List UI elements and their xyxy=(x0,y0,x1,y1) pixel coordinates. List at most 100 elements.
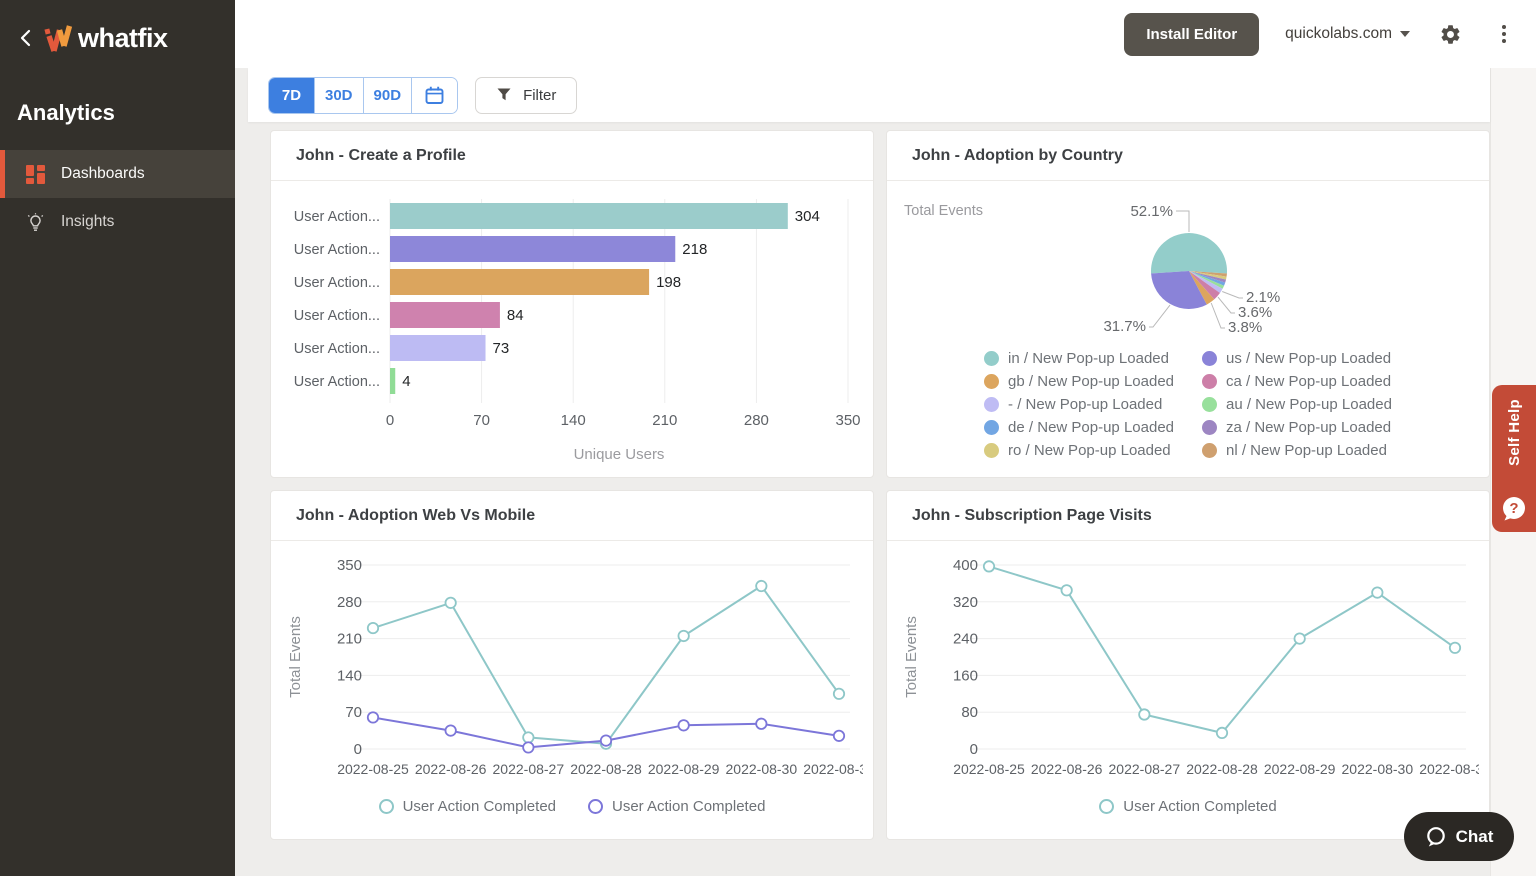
legend-label: User Action Completed xyxy=(402,798,556,815)
svg-text:0: 0 xyxy=(354,741,362,758)
sidebar-item-label: Dashboards xyxy=(61,165,145,182)
chevron-left-icon xyxy=(20,29,31,47)
legend-ring-icon xyxy=(588,799,603,814)
svg-text:Total Events: Total Events xyxy=(287,616,304,698)
calendar-button[interactable] xyxy=(412,77,458,113)
line-chart[interactable]: 0 80 160 240 320 400 Total Events 2022-08-25 202… xyxy=(894,553,1489,790)
whatfix-logo: whatfix xyxy=(42,22,168,54)
card-create-a-profile: John - Create a Profile 0 70 140 210 280 350 U… xyxy=(270,130,874,478)
line-legend-item[interactable]: User Action Completed xyxy=(1099,798,1277,815)
svg-text:210: 210 xyxy=(652,412,677,429)
dashboards-icon xyxy=(26,164,45,184)
svg-text:73: 73 xyxy=(493,340,510,357)
filter-panel: 7D 30D 90D Filter xyxy=(248,68,1490,122)
line-legend-item[interactable]: User Action Completed xyxy=(378,798,556,815)
legend-label: za / New Pop-up Loaded xyxy=(1226,419,1392,436)
svg-text:52.1%: 52.1% xyxy=(1130,203,1173,220)
settings-button[interactable] xyxy=(1436,20,1464,48)
filter-button[interactable]: Filter xyxy=(475,76,578,114)
pie-legend-item[interactable]: us / New Pop-up Loaded xyxy=(1202,350,1392,367)
legend-label: in / New Pop-up Loaded xyxy=(1008,350,1169,367)
legend-label: au / New Pop-up Loaded xyxy=(1226,396,1392,413)
pie-legend-item[interactable]: ro / New Pop-up Loaded xyxy=(984,442,1174,459)
sidebar: whatfix Analytics Dashboards Insights xyxy=(0,0,235,876)
svg-text:2022-08-26: 2022-08-26 xyxy=(1031,761,1103,777)
legend-swatch-icon xyxy=(984,351,1000,366)
svg-text:2022-08-31: 2022-08-31 xyxy=(1419,761,1479,777)
dashboard-grid: John - Create a Profile 0 70 140 210 280 350 U… xyxy=(270,130,1490,840)
card-adoption-web-vs-mobile: John - Adoption Web Vs Mobile 0 70 140 210 2… xyxy=(270,490,874,840)
bar-chart[interactable]: 0 70 140 210 280 350 User Action... 304 User Act… xyxy=(278,197,873,477)
svg-text:2022-08-25: 2022-08-25 xyxy=(953,761,1025,777)
range-90d-button[interactable]: 90D xyxy=(363,77,413,113)
calendar-icon xyxy=(425,86,444,104)
pie-legend-item[interactable]: in / New Pop-up Loaded xyxy=(984,350,1174,367)
svg-text:210: 210 xyxy=(337,631,362,648)
legend-label: gb / New Pop-up Loaded xyxy=(1008,373,1174,390)
back-button[interactable] xyxy=(14,27,36,49)
kebab-icon xyxy=(1502,25,1506,43)
range-7d-button[interactable]: 7D xyxy=(269,77,315,113)
chart-title: John - Subscription Page Visits xyxy=(887,491,1489,541)
svg-text:User Action...: User Action... xyxy=(294,275,380,291)
svg-text:400: 400 xyxy=(953,557,978,574)
sidebar-nav: Dashboards Insights xyxy=(0,150,235,246)
chat-bubble-icon xyxy=(1426,826,1445,846)
line-legend-item[interactable]: User Action Completed xyxy=(588,798,765,815)
sidebar-item-insights[interactable]: Insights xyxy=(0,198,235,246)
svg-text:304: 304 xyxy=(795,208,820,225)
legend-label: de / New Pop-up Loaded xyxy=(1008,419,1174,436)
chart-title: John - Create a Profile xyxy=(271,131,873,181)
legend-swatch-icon xyxy=(1202,374,1217,389)
svg-text:User Action...: User Action... xyxy=(294,374,380,390)
svg-text:2022-08-28: 2022-08-28 xyxy=(1186,761,1258,777)
self-help-tab[interactable]: Self Help ? xyxy=(1492,385,1536,532)
legend-label: ro / New Pop-up Loaded xyxy=(1008,442,1171,459)
main-content: 7D 30D 90D Filter John - Create a Profil… xyxy=(235,68,1536,876)
install-editor-button[interactable]: Install Editor xyxy=(1124,12,1260,56)
svg-text:Unique Users: Unique Users xyxy=(574,446,665,463)
svg-text:350: 350 xyxy=(337,557,362,574)
legend-label: us / New Pop-up Loaded xyxy=(1226,350,1392,367)
chart-title: John - Adoption by Country xyxy=(887,131,1489,181)
svg-text:70: 70 xyxy=(345,704,362,721)
pie-legend-item[interactable]: - / New Pop-up Loaded xyxy=(984,396,1174,413)
legend-swatch-icon xyxy=(1202,420,1217,435)
svg-text:2022-08-30: 2022-08-30 xyxy=(1342,761,1414,777)
legend-swatch-icon xyxy=(1202,351,1217,366)
sidebar-item-dashboards[interactable]: Dashboards xyxy=(0,150,235,198)
sidebar-item-label: Insights xyxy=(61,213,115,230)
pie-legend-item[interactable]: gb / New Pop-up Loaded xyxy=(984,373,1174,390)
pie-legend-item[interactable]: nl / New Pop-up Loaded xyxy=(1202,442,1392,459)
more-menu-button[interactable] xyxy=(1490,20,1518,48)
svg-text:User Action...: User Action... xyxy=(294,341,380,357)
legend-ring-icon xyxy=(1099,799,1115,814)
svg-text:2022-08-28: 2022-08-28 xyxy=(570,761,642,777)
svg-text:?: ? xyxy=(1509,500,1518,517)
filter-button-label: Filter xyxy=(523,86,557,104)
range-30d-button[interactable]: 30D xyxy=(315,77,364,113)
self-help-label: Self Help xyxy=(1505,399,1523,466)
pie-legend-item[interactable]: au / New Pop-up Loaded xyxy=(1202,396,1392,413)
account-dropdown[interactable]: quickolabs.com xyxy=(1285,25,1410,43)
svg-text:4: 4 xyxy=(402,373,410,390)
svg-text:160: 160 xyxy=(953,667,978,684)
pie-legend-item[interactable]: ca / New Pop-up Loaded xyxy=(1202,373,1392,390)
line-chart[interactable]: 0 70 140 210 280 350 Total Events 2022-08-25 202… xyxy=(278,553,873,790)
svg-text:280: 280 xyxy=(337,594,362,611)
svg-text:350: 350 xyxy=(835,412,860,429)
svg-text:User Action...: User Action... xyxy=(294,209,380,225)
pie-value-label: Total Events xyxy=(904,203,983,219)
chat-button[interactable]: Chat xyxy=(1404,812,1514,861)
pie-legend-item[interactable]: za / New Pop-up Loaded xyxy=(1202,419,1392,436)
svg-text:320: 320 xyxy=(953,594,978,611)
date-range-group: 7D 30D 90D xyxy=(268,76,459,114)
pie-legend-item[interactable]: de / New Pop-up Loaded xyxy=(984,419,1174,436)
card-subscription-page-visits: John - Subscription Page Visits 0 80 160 24… xyxy=(886,490,1490,840)
legend-label: nl / New Pop-up Loaded xyxy=(1226,442,1387,459)
svg-text:198: 198 xyxy=(656,274,681,291)
line-chart-legend: User Action Completed User Action Complet… xyxy=(271,798,873,815)
lightbulb-icon xyxy=(27,212,44,231)
svg-text:280: 280 xyxy=(744,412,769,429)
svg-text:2022-08-27: 2022-08-27 xyxy=(493,761,565,777)
